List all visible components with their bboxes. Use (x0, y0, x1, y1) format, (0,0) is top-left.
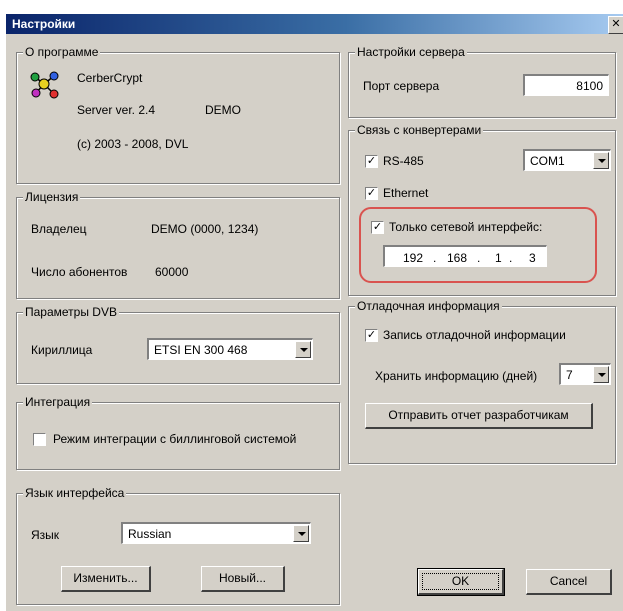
cancel-label: Cancel (549, 574, 588, 588)
new-language-button[interactable]: Новый... (201, 566, 285, 592)
network-only-label[interactable]: Только сетевой интерфейс: (389, 220, 542, 234)
license-legend: Лицензия (23, 190, 81, 204)
owner-label: Владелец (31, 222, 87, 236)
send-report-button[interactable]: Отправить отчет разработчикам (365, 403, 593, 429)
com-port-value: COM1 (530, 154, 565, 168)
cyrillic-label: Кириллица (31, 343, 93, 357)
subscribers-label: Число абонентов (31, 265, 128, 279)
ip-dot-3: . (509, 251, 513, 265)
ip-octet-2[interactable]: 168 (447, 249, 467, 267)
molecule-icon (30, 71, 59, 99)
keep-days-label: Хранить информацию (дней) (375, 369, 538, 383)
dvb-legend: Параметры DVB (23, 305, 119, 319)
ethernet-label[interactable]: Ethernet (383, 186, 428, 200)
language-label: Язык (31, 528, 60, 542)
ip-octet-1[interactable]: 192 (403, 249, 423, 267)
server-group: Настройки сервера Порт сервера 8100 (348, 45, 616, 118)
ip-octet-3[interactable]: 1 (495, 249, 502, 267)
chevron-down-icon[interactable] (293, 525, 309, 542)
new-language-label: Новый... (218, 571, 267, 585)
ip-address-input[interactable]: 192 . 168 . 1 . 3 (383, 245, 547, 267)
keep-days-value: 7 (566, 368, 573, 382)
keep-days-select[interactable]: 7 (559, 363, 611, 385)
language-select[interactable]: Russian (121, 522, 311, 544)
window-title: Настройки (12, 17, 76, 31)
converters-legend: Связь с конвертерами (355, 123, 484, 137)
port-label: Порт сервера (363, 79, 440, 93)
focus-ring (422, 573, 499, 590)
app-edition: DEMO (205, 103, 241, 117)
app-name: CerberCrypt (77, 71, 143, 85)
port-input[interactable]: 8100 (523, 74, 609, 96)
chevron-down-icon[interactable] (295, 341, 311, 358)
chevron-down-icon[interactable] (593, 366, 609, 383)
cyrillic-value: ETSI EN 300 468 (154, 343, 248, 357)
ip-dot-1: . (433, 251, 437, 265)
language-legend: Язык интерфейса (23, 486, 127, 500)
port-value: 8100 (576, 79, 603, 93)
ethernet-checkbox[interactable]: ✓ (365, 187, 378, 200)
billing-label[interactable]: Режим интеграции с биллинговой системой (53, 432, 296, 446)
integration-legend: Интеграция (23, 395, 93, 409)
about-group: О программе CerberCrypt Server ver. 2.4 … (16, 45, 340, 184)
title-bar[interactable]: Настройки ✕ (6, 14, 623, 34)
dvb-group: Параметры DVB Кириллица ETSI EN 300 468 (16, 305, 340, 384)
debug-legend: Отладочная информация (355, 299, 502, 313)
network-only-checkbox[interactable]: ✓ (371, 221, 384, 234)
app-copyright: (c) 2003 - 2008, DVL (77, 137, 189, 151)
ip-dot-2: . (477, 251, 481, 265)
close-icon: ✕ (611, 18, 621, 30)
license-group: Лицензия Владелец DEMO (0000, 1234) Числ… (16, 190, 340, 299)
subscribers-value: 60000 (155, 265, 189, 279)
billing-checkbox[interactable] (33, 433, 46, 446)
converters-group: Связь с конвертерами ✓ RS-485 COM1 ✓ Eth… (348, 123, 616, 296)
edit-language-label: Изменить... (73, 571, 138, 585)
debug-log-checkbox[interactable]: ✓ (365, 329, 378, 342)
debug-log-label[interactable]: Запись отладочной информации (383, 328, 566, 342)
edit-language-button[interactable]: Изменить... (61, 566, 151, 592)
owner-value: DEMO (0000, 1234) (151, 222, 259, 236)
chevron-down-icon[interactable] (593, 152, 609, 169)
send-report-label: Отправить отчет разработчикам (388, 408, 569, 422)
cancel-button[interactable]: Cancel (526, 569, 612, 595)
integration-group: Интеграция Режим интеграции с биллингово… (16, 395, 340, 470)
com-port-select[interactable]: COM1 (523, 149, 611, 171)
close-button[interactable]: ✕ (608, 16, 623, 34)
about-legend: О программе (23, 45, 101, 59)
language-group: Язык интерфейса Язык Russian Изменить...… (16, 486, 340, 605)
app-version: Server ver. 2.4 (77, 103, 156, 117)
ip-octet-4[interactable]: 3 (529, 249, 536, 267)
rs485-label[interactable]: RS-485 (383, 154, 424, 168)
debug-group: Отладочная информация ✓ Запись отладочно… (348, 299, 616, 464)
rs485-checkbox[interactable]: ✓ (365, 155, 378, 168)
server-legend: Настройки сервера (355, 45, 467, 59)
settings-dialog: Настройки ✕ О программе CerberCrypt Serv… (6, 14, 623, 611)
ok-button[interactable]: OK (417, 568, 505, 596)
language-value: Russian (128, 527, 172, 541)
cyrillic-select[interactable]: ETSI EN 300 468 (147, 338, 313, 360)
